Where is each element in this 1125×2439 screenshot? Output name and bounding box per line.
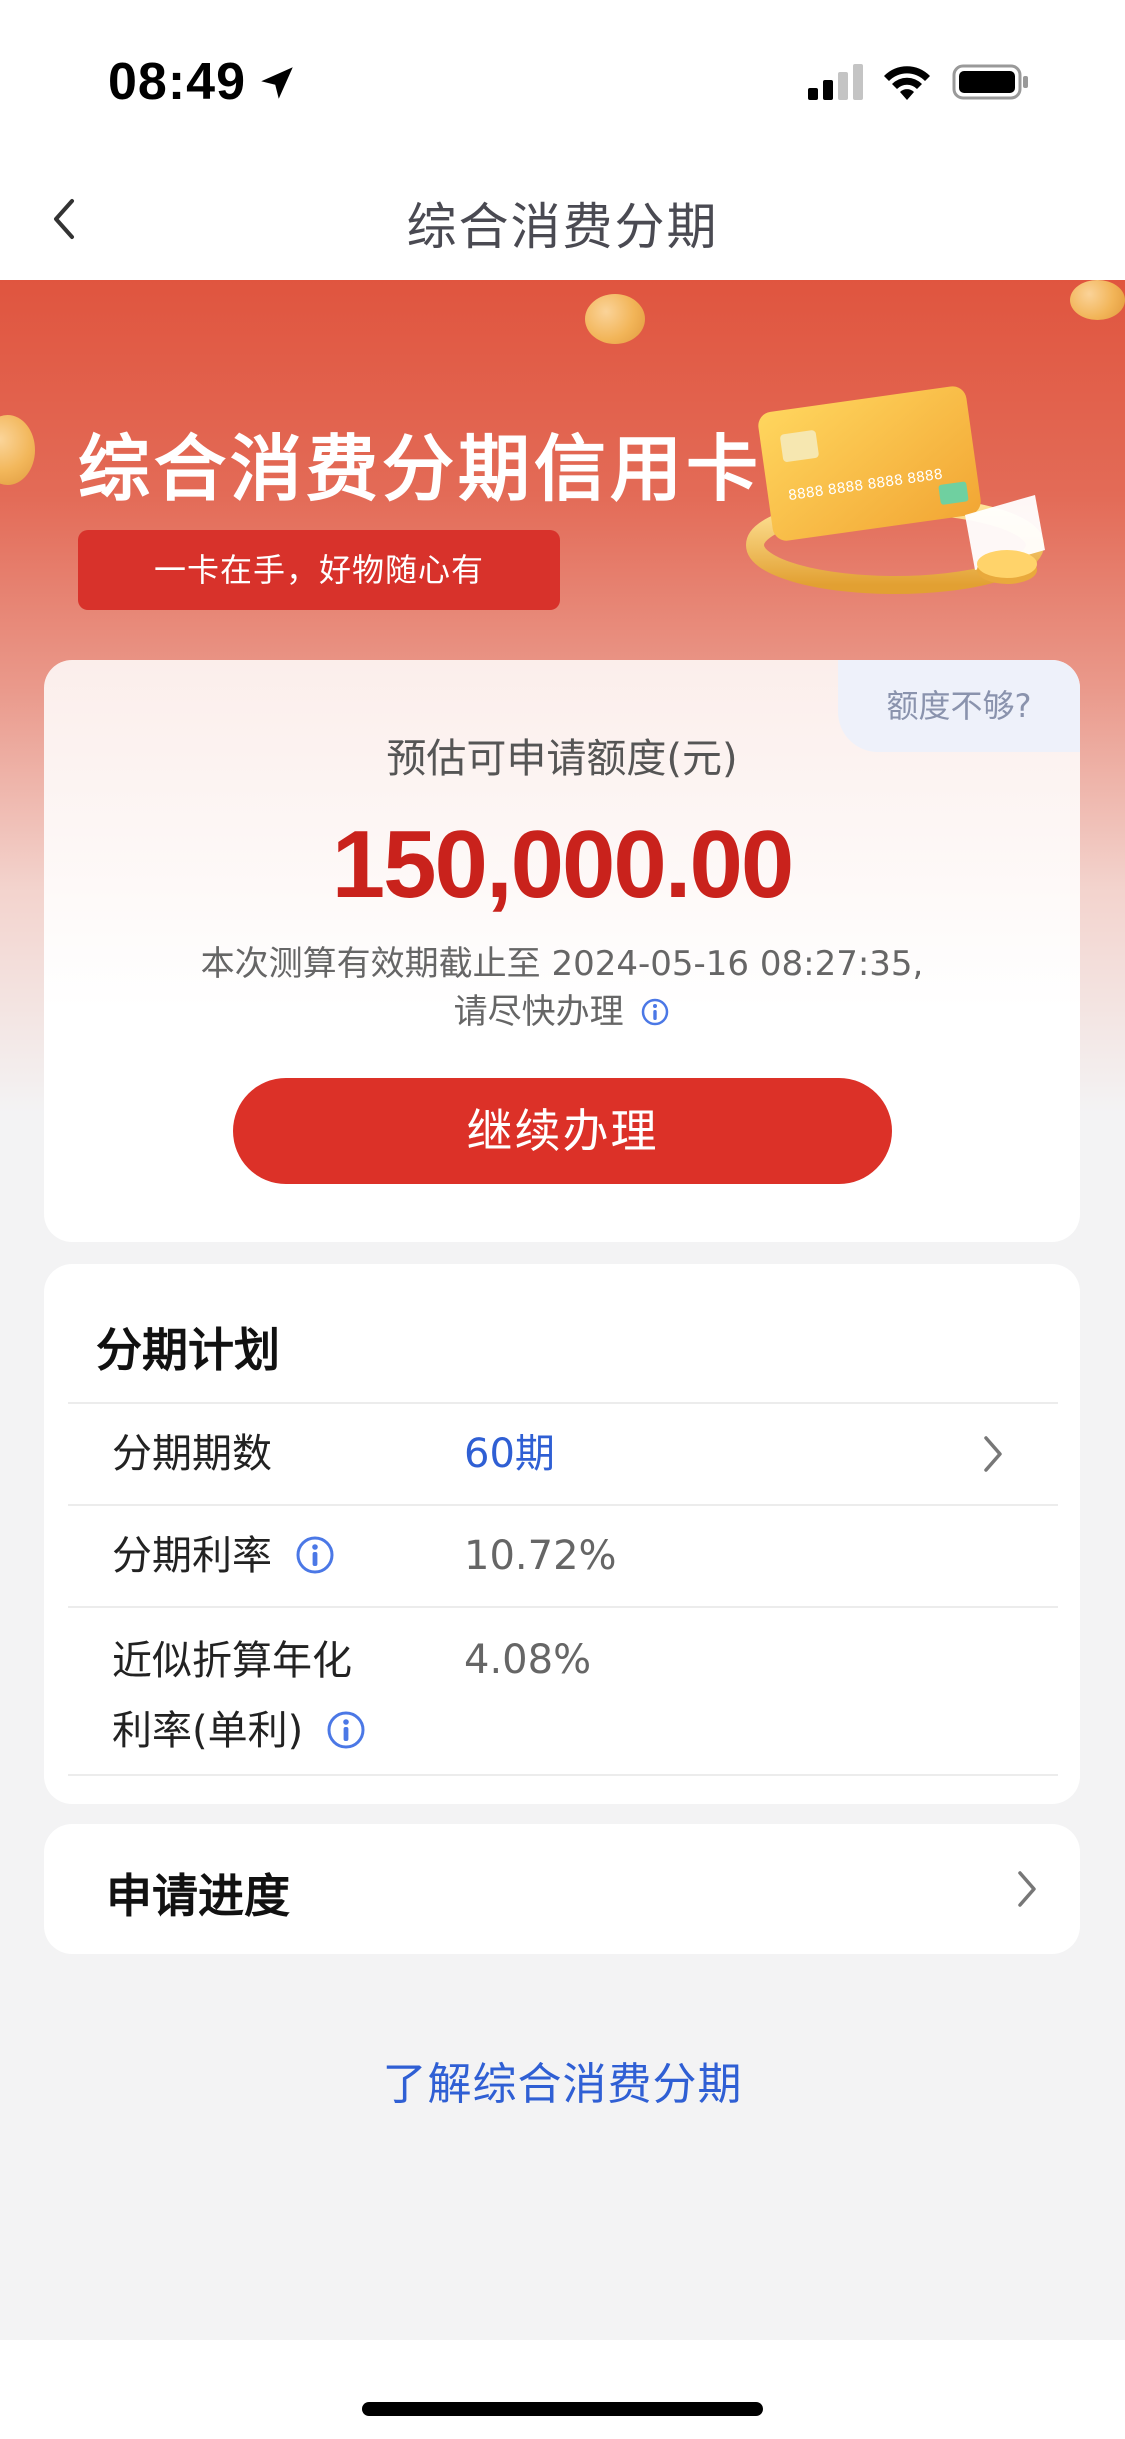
learn-more-link[interactable]: 了解综合消费分期 [0,2048,1125,2112]
hero-slogan: 一卡在手，好物随心有 [78,530,560,610]
rate-label: 分期利率 [112,1533,272,1579]
plan-row-terms[interactable]: 分期期数 60期 [68,1402,1058,1504]
continue-button[interactable]: 继续办理 [233,1078,892,1184]
battery-icon [952,64,1028,100]
wifi-icon [884,66,930,100]
plan-title: 分期计划 [96,1323,280,1377]
coin-decoration [0,415,35,485]
chevron-right-icon [984,1436,1002,1472]
hero-title: 综合消费分期信用卡 [78,427,763,511]
terms-value: 60期 [464,1431,555,1477]
bottom-safe-area [0,2340,1125,2439]
page-title: 综合消费分期 [406,198,719,256]
row-label: 分期利率 [112,1524,335,1588]
row-label: 近似折算年化 利率(单利) [112,1626,366,1766]
location-arrow-icon [261,67,293,99]
installment-plan-card: 分期计划 分期期数 60期 分期利率 10.72% 近似折算年化 利率(单利) [44,1264,1080,1804]
plan-row-annualized: 近似折算年化 利率(单利) 4.08% [68,1606,1058,1776]
quota-validity: 本次测算有效期截止至 2024-05-16 08:27:35, 请尽快办理 [44,940,1080,1036]
home-indicator[interactable] [362,2402,763,2416]
row-label: 分期期数 [112,1431,272,1477]
validity-line-2-text: 请尽快办理 [453,992,624,1032]
validity-line-2: 请尽快办理 [44,988,1080,1036]
coin-decoration [1070,280,1125,320]
credit-card-illustration: 8888 8888 8888 8888 [746,386,1045,594]
quota-label: 预估可申请额度(元) [386,736,738,782]
annualized-label-line-2-text: 利率(单利) [112,1708,304,1754]
quota-card: 额度不够? 预估可申请额度(元) 150,000.00 本次测算有效期截止至 2… [44,660,1080,1242]
annualized-label-line-1: 近似折算年化 [112,1638,352,1684]
nav-bar: 综合消费分期 [0,165,1125,280]
hero-banner: 综合消费分期信用卡 一卡在手，好物随心有 8888 8888 8888 8888… [0,280,1125,1260]
annualized-value: 4.08% [464,1637,592,1683]
progress-label: 申请进度 [106,1869,290,1923]
status-bar: 08:49 [0,0,1125,165]
rate-value: 10.72% [464,1533,617,1579]
annualized-label-line-2: 利率(单利) [112,1696,366,1766]
info-icon[interactable] [295,1535,335,1575]
coin-decoration [585,294,645,344]
info-icon[interactable] [640,997,670,1027]
plan-row-rate: 分期利率 10.72% [68,1504,1058,1606]
validity-line-1: 本次测算有效期截止至 2024-05-16 08:27:35, [200,944,924,984]
chevron-right-icon [1018,1871,1036,1907]
cellular-signal-icon [808,64,863,100]
status-time: 08:49 [108,53,246,111]
application-progress-row[interactable]: 申请进度 [44,1824,1080,1954]
quota-amount: 150,000.00 [331,811,794,918]
info-icon[interactable] [326,1710,366,1750]
